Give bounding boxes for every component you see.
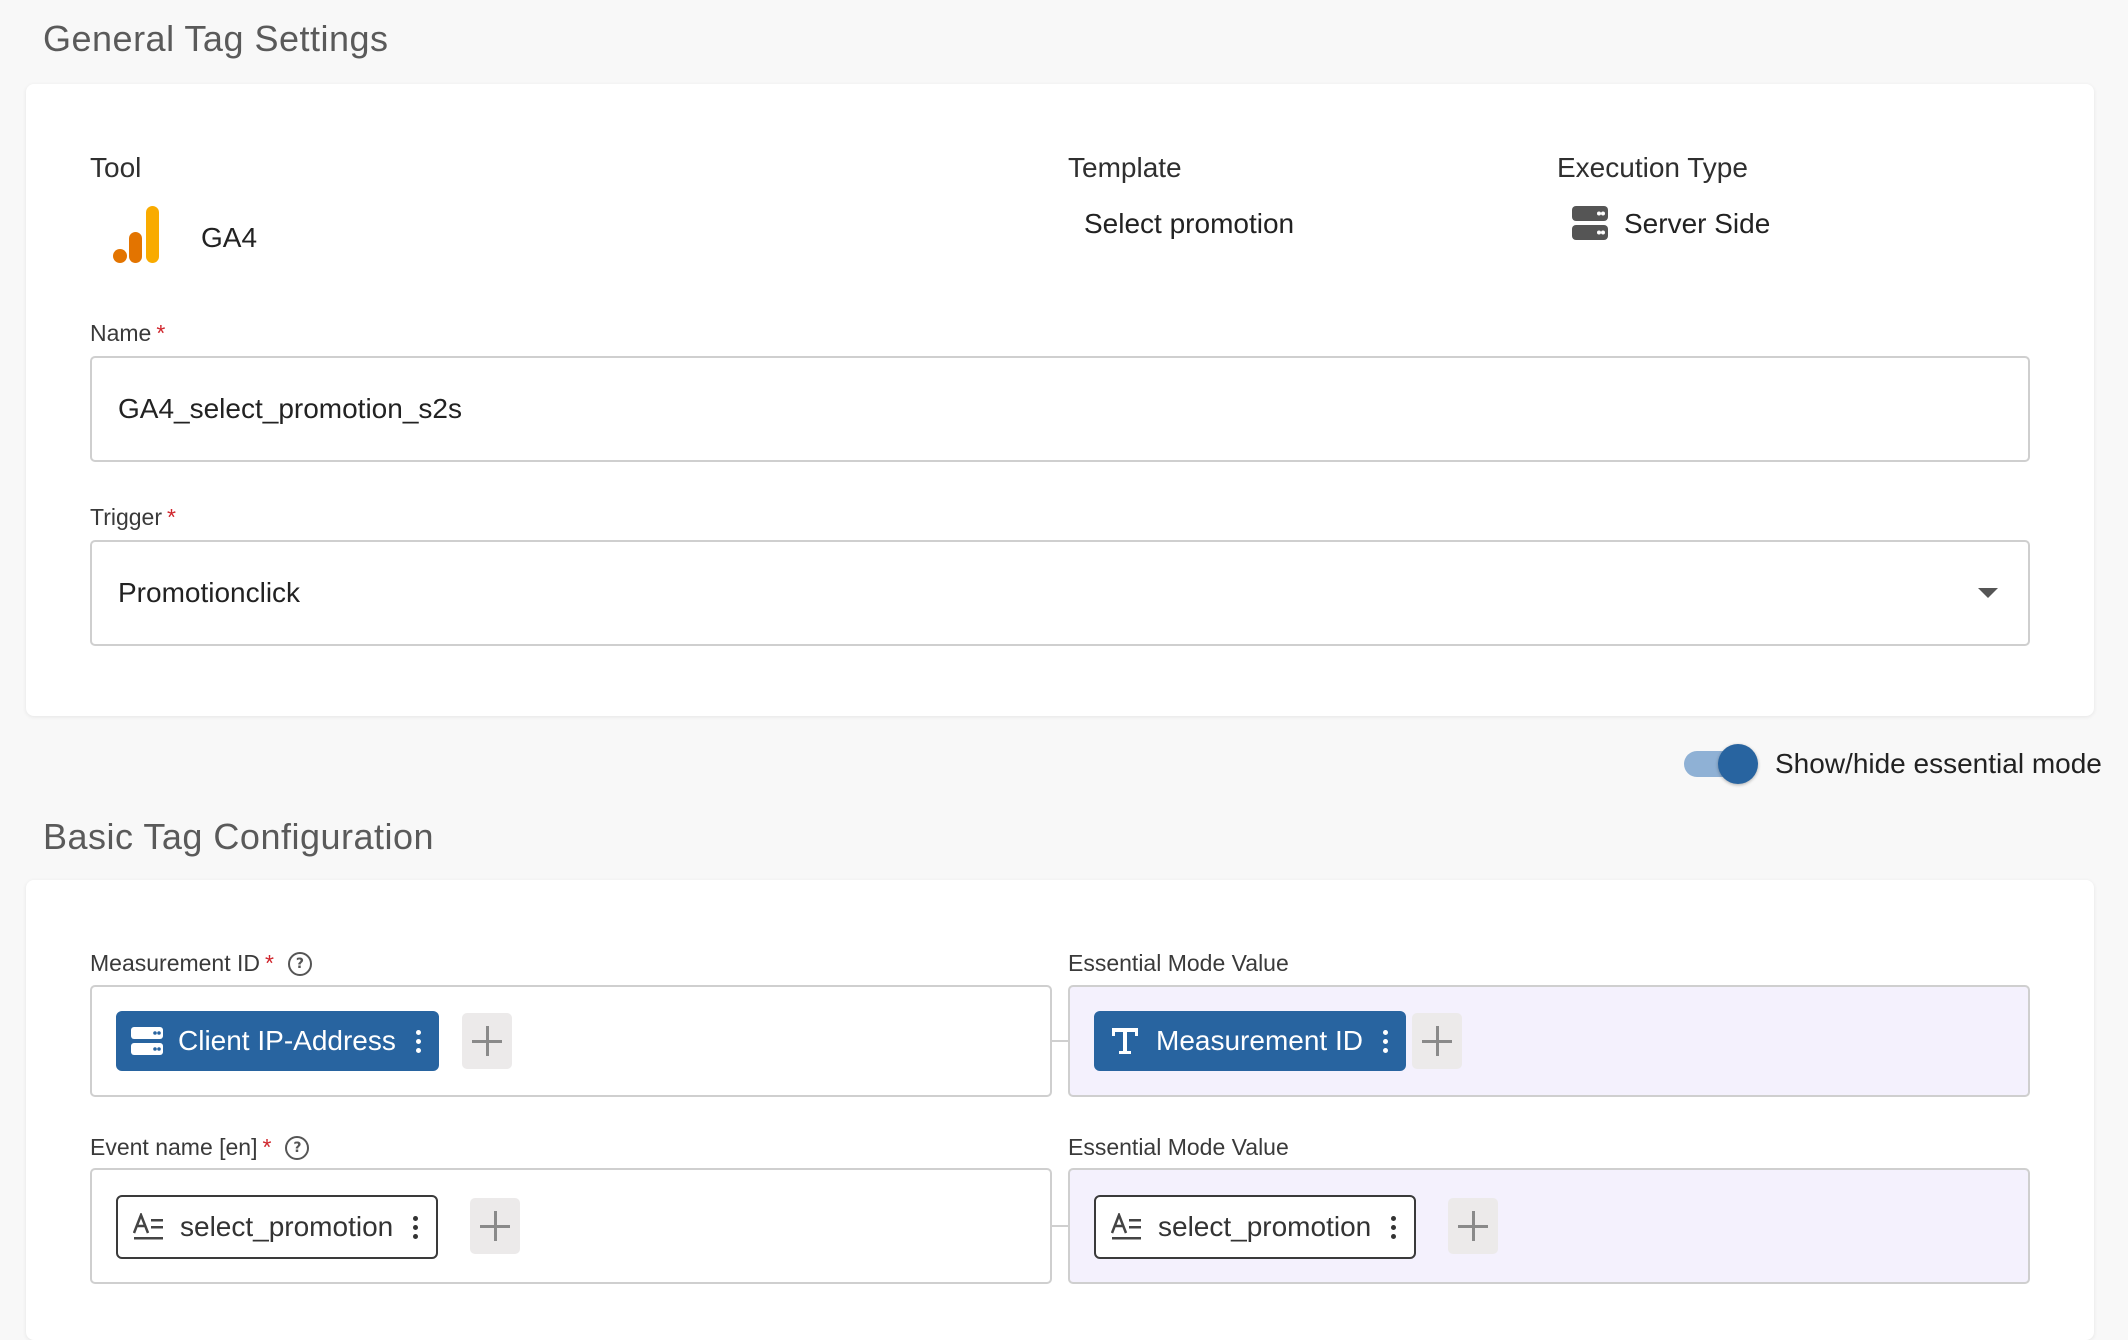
essential-mode-label: Show/hide essential mode bbox=[1775, 748, 2102, 779]
add-variable-button[interactable] bbox=[470, 1198, 520, 1254]
help-icon[interactable]: ? bbox=[285, 1135, 310, 1160]
server-icon bbox=[1572, 206, 1608, 240]
essential-mode-value-label: Essential Mode Value bbox=[1068, 950, 1289, 976]
text-format-icon bbox=[132, 1210, 166, 1244]
more-vert-icon[interactable] bbox=[1382, 1029, 1388, 1053]
general-settings-card: Tool GA4 Template Select promotion Execu… bbox=[26, 84, 2094, 716]
ga4-logo-icon bbox=[112, 206, 162, 264]
required-mark: * bbox=[262, 1134, 272, 1160]
chip-label: select_promotion bbox=[1158, 1211, 1372, 1242]
template-label: Template bbox=[1068, 152, 1182, 183]
trigger-select-value: Promotionclick bbox=[118, 577, 301, 608]
constant-chip[interactable]: select_promotion bbox=[116, 1195, 439, 1259]
toggle-knob bbox=[1718, 744, 1758, 784]
name-label: Name * bbox=[90, 320, 165, 347]
essential-mode-value-field[interactable]: select_promotion bbox=[1068, 1168, 2030, 1284]
measurement-id-field[interactable]: Client IP-Address bbox=[90, 985, 1052, 1097]
general-section-title: General Tag Settings bbox=[43, 18, 389, 59]
essential-constant-chip[interactable]: select_promotion bbox=[1094, 1195, 1417, 1259]
basic-config-card: Measurement ID *? Client IP-Address Essen… bbox=[26, 880, 2094, 1340]
measurement-id-label: Measurement ID *? bbox=[90, 950, 312, 977]
text-format-icon bbox=[1110, 1210, 1144, 1244]
more-vert-icon[interactable] bbox=[413, 1215, 419, 1239]
name-label-text: Name bbox=[90, 320, 152, 346]
execution-type-label: Execution Type bbox=[1557, 152, 1748, 183]
trigger-label: Trigger * bbox=[90, 504, 176, 531]
connector-line bbox=[1052, 1040, 1068, 1042]
server-icon bbox=[130, 1024, 164, 1058]
essential-mode-value-label: Essential Mode Value bbox=[1068, 1134, 1289, 1160]
essential-mode-toggle[interactable] bbox=[1684, 742, 1764, 786]
tool-value: GA4 bbox=[201, 222, 258, 253]
variable-chip[interactable]: Client IP-Address bbox=[116, 1011, 439, 1071]
add-variable-button[interactable] bbox=[1412, 1013, 1462, 1069]
add-variable-button[interactable] bbox=[462, 1013, 512, 1069]
required-mark: * bbox=[265, 950, 274, 976]
help-icon[interactable]: ? bbox=[287, 951, 312, 976]
chip-label: Client IP-Address bbox=[178, 1025, 396, 1056]
event-name-label: Event name [en] *? bbox=[90, 1134, 310, 1161]
trigger-label-text: Trigger bbox=[90, 504, 162, 530]
event-name-field[interactable]: select_promotion bbox=[90, 1168, 1052, 1284]
connector-line bbox=[1052, 1225, 1068, 1227]
event-name-label-text: Event name [en] bbox=[90, 1134, 258, 1160]
execution-type-value: Server Side bbox=[1624, 208, 1771, 239]
required-mark: * bbox=[156, 320, 166, 346]
basic-section-title: Basic Tag Configuration bbox=[43, 816, 435, 857]
chip-label: Measurement ID bbox=[1156, 1025, 1363, 1056]
name-input[interactable]: GA4_select_promotion_s2s bbox=[90, 356, 2030, 462]
add-variable-button[interactable] bbox=[1448, 1198, 1498, 1254]
essential-variable-chip[interactable]: Measurement ID bbox=[1094, 1011, 1406, 1071]
text-icon bbox=[1108, 1024, 1142, 1058]
chip-label: select_promotion bbox=[180, 1211, 394, 1242]
measurement-id-label-text: Measurement ID bbox=[90, 950, 261, 976]
trigger-select[interactable]: Promotionclick bbox=[90, 540, 2030, 646]
more-vert-icon[interactable] bbox=[415, 1029, 421, 1053]
chevron-down-icon bbox=[1978, 588, 1998, 598]
required-mark: * bbox=[167, 504, 176, 530]
more-vert-icon[interactable] bbox=[1391, 1215, 1397, 1239]
tool-label: Tool bbox=[90, 152, 142, 183]
name-input-value: GA4_select_promotion_s2s bbox=[118, 393, 462, 424]
essential-mode-value-field[interactable]: Measurement ID bbox=[1068, 985, 2030, 1097]
template-value: Select promotion bbox=[1084, 208, 1295, 239]
